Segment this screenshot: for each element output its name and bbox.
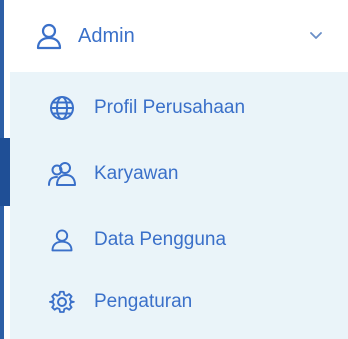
menu-item-pengaturan[interactable]: Pengaturan [10, 272, 348, 332]
user-icon [34, 21, 64, 51]
active-indicator [0, 138, 10, 206]
menu-item-label: Karyawan [94, 163, 179, 184]
menu-item-karyawan[interactable]: Karyawan [10, 144, 348, 204]
menu-group-admin[interactable]: Admin [10, 0, 348, 72]
menu-item-profil-perusahaan[interactable]: Profil Perusahaan [10, 78, 348, 138]
globe-icon [48, 94, 76, 122]
admin-sidebar: Admin Profil Perusahaan Karyawan Data Pe… [0, 0, 348, 339]
menu-item-label: Pengaturan [94, 291, 193, 312]
menu-item-label: Data Pengguna [94, 229, 227, 250]
user-icon [48, 226, 76, 254]
chevron-down-icon[interactable] [308, 30, 324, 42]
menu-item-label: Profil Perusahaan [94, 97, 246, 118]
menu-group-label: Admin [78, 24, 135, 47]
users-icon [48, 160, 76, 188]
gear-icon [48, 288, 76, 316]
menu-item-data-pengguna[interactable]: Data Pengguna [10, 210, 348, 270]
